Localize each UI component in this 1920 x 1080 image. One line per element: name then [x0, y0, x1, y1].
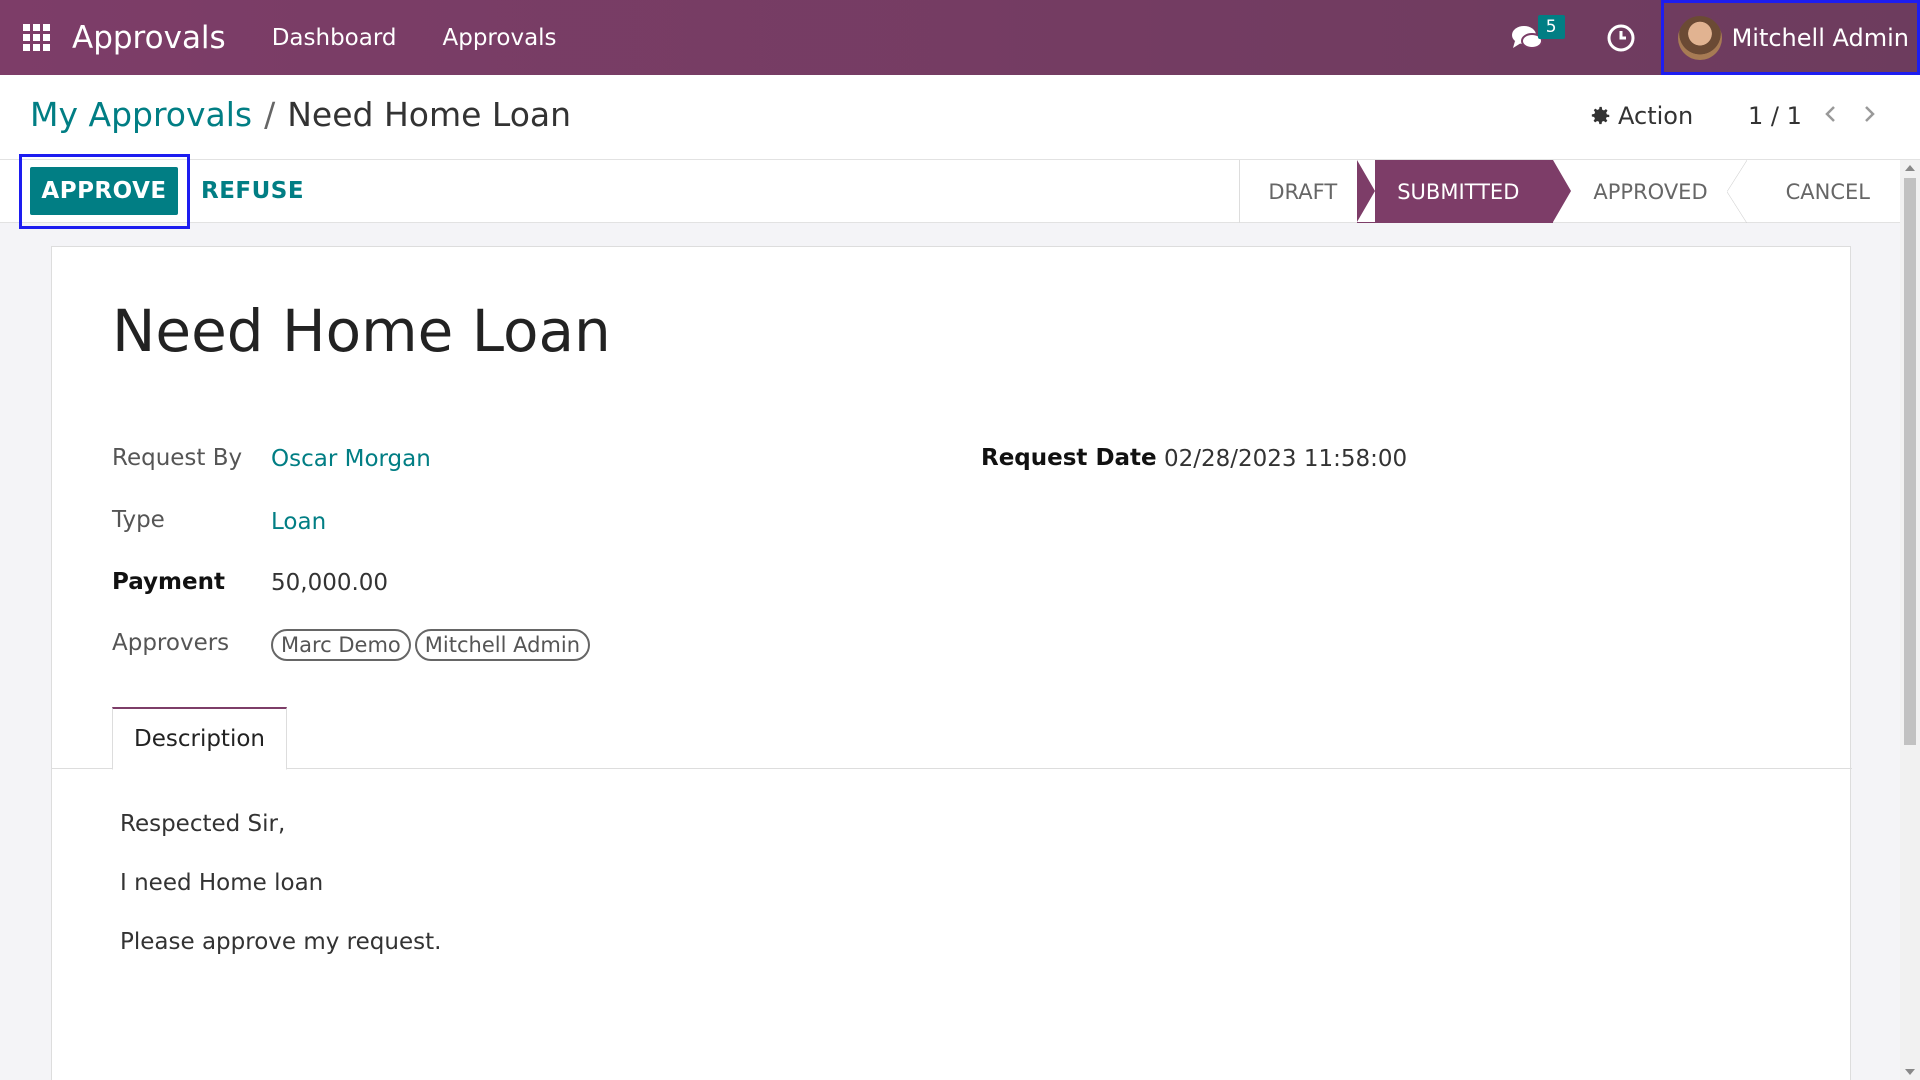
description-line: Respected Sir,	[120, 811, 286, 837]
chevron-left-icon[interactable]	[1820, 103, 1842, 125]
description-line: Please approve my request.	[120, 929, 442, 955]
app-title[interactable]: Approvals	[72, 20, 226, 56]
approver-tag[interactable]: Marc Demo	[271, 629, 411, 661]
gear-icon	[1591, 106, 1610, 125]
payment-label: Payment	[112, 569, 225, 595]
scroll-down-icon[interactable]	[1905, 1069, 1915, 1075]
payment-field[interactable]: 50,000.00	[271, 570, 388, 596]
approve-button[interactable]: APPROVE	[30, 167, 178, 215]
chat-count-badge: 5	[1537, 15, 1565, 39]
type-label: Type	[112, 507, 165, 533]
breadcrumb-current: Need Home Loan	[287, 95, 572, 134]
request-by-label: Request By	[112, 445, 243, 471]
action-button[interactable]: Action	[1590, 102, 1693, 130]
type-field[interactable]: Loan	[271, 509, 326, 535]
breadcrumb: My Approvals / Need Home Loan	[30, 95, 571, 134]
stage-cancel[interactable]: CANCEL	[1746, 160, 1900, 223]
top-navbar: Approvals Dashboard Approvals 5 Mitchell…	[0, 0, 1920, 75]
stage-pipeline: DRAFT SUBMITTED APPROVED CANCEL	[1239, 160, 1900, 223]
approvers-field[interactable]: Marc Demo Mitchell Admin	[271, 629, 594, 661]
control-panel: My Approvals / Need Home Loan Action 1 /…	[0, 75, 1920, 160]
vertical-scrollbar[interactable]	[1900, 160, 1920, 1080]
menu-dashboard[interactable]: Dashboard	[272, 25, 397, 51]
scroll-up-icon[interactable]	[1905, 165, 1915, 171]
refuse-button[interactable]: REFUSE	[201, 167, 304, 215]
record-title[interactable]: Need Home Loan	[112, 297, 611, 365]
avatar	[1677, 15, 1722, 60]
request-date-field[interactable]: 02/28/2023 11:58:00	[1164, 446, 1407, 472]
user-name: Mitchell Admin	[1731, 23, 1909, 52]
stage-submitted[interactable]: SUBMITTED	[1357, 160, 1572, 223]
pager-value[interactable]: 1 / 1	[1748, 102, 1802, 130]
statusbar: APPROVE REFUSE DRAFT SUBMITTED APPROVED …	[0, 154, 1900, 229]
request-by-field[interactable]: Oscar Morgan	[271, 446, 431, 472]
request-date-label: Request Date	[981, 445, 1157, 471]
chevron-right-icon[interactable]	[1858, 103, 1880, 125]
scroll-thumb[interactable]	[1904, 178, 1916, 745]
action-label: Action	[1618, 102, 1694, 130]
stage-approved[interactable]: APPROVED	[1553, 160, 1747, 223]
activity-button[interactable]	[1591, 0, 1651, 75]
breadcrumb-separator: /	[264, 95, 276, 134]
menu-approvals[interactable]: Approvals	[443, 25, 557, 51]
chat-button[interactable]: 5	[1497, 0, 1565, 75]
approver-tag[interactable]: Mitchell Admin	[414, 629, 591, 661]
form-sheet: Need Home Loan Request By Oscar Morgan R…	[51, 246, 1852, 1080]
user-menu[interactable]: Mitchell Admin	[1660, 0, 1920, 75]
notebook-tabs: Description	[52, 707, 1852, 770]
clock-icon	[1607, 24, 1635, 51]
stage-draft[interactable]: DRAFT	[1240, 160, 1357, 223]
approvers-label: Approvers	[112, 630, 230, 656]
description-line: I need Home loan	[120, 870, 324, 896]
apps-grid-icon[interactable]	[0, 0, 72, 75]
breadcrumb-my-approvals[interactable]: My Approvals	[30, 95, 252, 134]
tab-description[interactable]: Description	[112, 707, 287, 770]
